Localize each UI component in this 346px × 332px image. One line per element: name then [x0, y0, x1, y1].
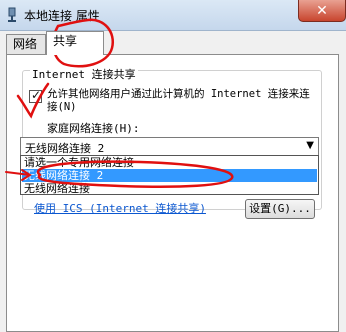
ics-help-link[interactable]: 使用 ICS (Internet 连接共享): [34, 200, 206, 216]
checkmark-icon: ✓: [31, 88, 42, 102]
group-title: Internet 连接共享: [30, 66, 138, 82]
window-title: 本地连接 属性: [24, 9, 100, 23]
tab-network[interactable]: 网络: [6, 34, 46, 54]
home-network-label: 家庭网络连接(H):: [47, 122, 140, 135]
tab-strip: 网络 共享: [0, 30, 346, 55]
dropdown-list: 请选一个专用网络连接 无线网络连接 2 无线网络连接: [20, 155, 319, 195]
chevron-down-icon[interactable]: ▼: [306, 140, 314, 151]
allow-sharing-label: 允许其他网络用户通过此计算机的 Internet 连接来连接(N): [47, 88, 310, 113]
settings-button[interactable]: 设置(G)...: [245, 199, 315, 219]
network-adapter-icon: [8, 7, 16, 22]
dropdown-option-selected[interactable]: 无线网络连接 2: [22, 169, 317, 182]
allow-sharing-checkbox[interactable]: ✓: [29, 88, 42, 103]
dropdown-option[interactable]: 无线网络连接: [22, 182, 317, 195]
dropdown-option[interactable]: 请选一个专用网络连接: [22, 156, 317, 169]
home-network-select[interactable]: 无线网络连接 2 ▼: [20, 137, 319, 156]
select-value: 无线网络连接 2: [25, 142, 105, 155]
close-button[interactable]: ✕: [298, 0, 346, 22]
tab-sharing[interactable]: 共享: [46, 31, 104, 55]
title-bar: 本地连接 属性 ✕: [0, 0, 346, 31]
